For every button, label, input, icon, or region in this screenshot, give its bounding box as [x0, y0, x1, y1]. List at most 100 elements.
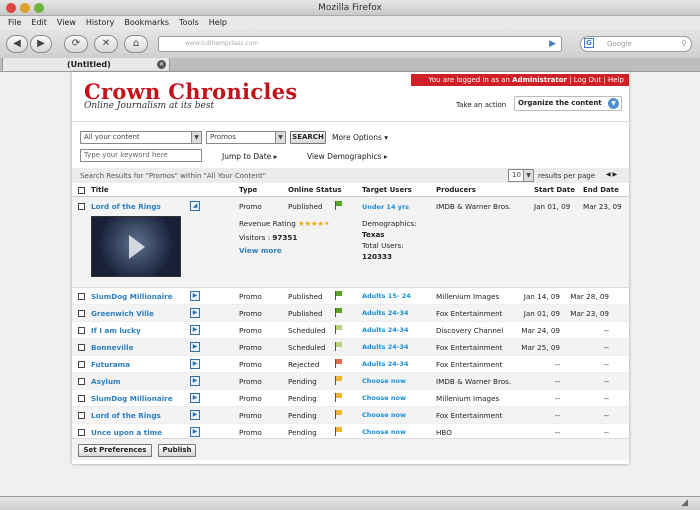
row-target[interactable]: Choose now [362, 411, 406, 419]
row-title[interactable]: Asylum [91, 377, 121, 386]
status-flag-icon [335, 376, 343, 385]
window-titlebar: Mozilla Firefox [0, 0, 700, 16]
select-all-checkbox[interactable] [78, 187, 85, 194]
table-row: Lord of the Rings Promo Pending Choose now F… [72, 407, 629, 424]
keyword-input[interactable]: Type your keyword here [80, 149, 202, 162]
close-window-icon[interactable] [6, 3, 16, 13]
play-icon[interactable]: ▶ [190, 325, 200, 335]
status-flag-icon [335, 427, 343, 436]
row-checkbox[interactable] [78, 429, 85, 436]
row-title[interactable]: Futurama [91, 360, 130, 369]
reload-button[interactable]: ⟳ [64, 35, 88, 53]
row-checkbox[interactable] [78, 378, 85, 385]
menu-edit[interactable]: Edit [31, 18, 47, 27]
menu-view[interactable]: View [57, 18, 76, 27]
revenue-rating: Revenue Rating ★★★★✶ [239, 219, 330, 228]
row-title[interactable]: If I am lucky [91, 326, 141, 335]
organize-dropdown[interactable]: Organize the content ▼ [514, 96, 622, 111]
row-title[interactable]: Unce upon a time [91, 428, 162, 437]
row-checkbox[interactable] [78, 344, 85, 351]
play-icon[interactable]: ▶ [190, 342, 200, 352]
forward-button[interactable]: ▶ [30, 35, 52, 53]
help-link[interactable]: Help [608, 76, 624, 84]
minimize-window-icon[interactable] [20, 3, 30, 13]
row-target[interactable]: Adults 24-34 [362, 309, 409, 317]
row-end-date: -- [603, 360, 609, 369]
row-target[interactable]: Adults 24-34 [362, 360, 409, 368]
row-start-date: -- [554, 377, 560, 386]
stop-button[interactable]: ✕ [94, 35, 118, 53]
logout-link[interactable]: Log Out [574, 76, 601, 84]
row-checkbox[interactable] [78, 310, 85, 317]
resize-grip-icon[interactable]: ◢ [681, 498, 688, 508]
row-target[interactable]: Choose now [362, 428, 406, 436]
menu-file[interactable]: File [8, 18, 21, 27]
set-preferences-button[interactable]: Set Preferences [78, 444, 152, 457]
content-select[interactable]: All your content ▼ [80, 131, 202, 144]
table-row: SlumDog Millionaire Promo Published Adults … [72, 288, 629, 305]
row-target[interactable]: Under 14 yrs [362, 203, 409, 211]
row-checkbox[interactable] [78, 203, 85, 210]
go-arrow-icon[interactable]: ▶ [549, 37, 556, 51]
row-checkbox[interactable] [78, 327, 85, 334]
view-more-link[interactable]: View more [239, 246, 282, 255]
flag-fill [336, 325, 342, 330]
view-demographics-link[interactable]: View Demographics ▸ [307, 152, 388, 161]
header-type[interactable]: Type [239, 186, 257, 194]
type-select[interactable]: Promos ▼ [206, 131, 286, 144]
prev-page-icon[interactable]: ◀ [606, 171, 611, 178]
row-title[interactable]: Greenwich Ville [91, 309, 154, 318]
next-page-icon[interactable]: ▶ [613, 171, 618, 178]
row-title[interactable]: Bonneville [91, 343, 133, 352]
play-icon[interactable]: ▶ [190, 427, 200, 437]
flag-fill [336, 291, 342, 296]
preview-icon[interactable]: ◢ [190, 201, 200, 211]
menu-history[interactable]: History [86, 18, 114, 27]
back-button[interactable]: ◀ [6, 35, 28, 53]
row-target[interactable]: Choose now [362, 394, 406, 402]
per-page-select[interactable]: 10 ▼ [508, 169, 534, 182]
row-title[interactable]: Lord of the Rings [91, 202, 161, 211]
menu-tools[interactable]: Tools [179, 18, 199, 27]
jump-to-date-link[interactable]: Jump to Date ▸ [222, 152, 277, 161]
row-title[interactable]: SlumDog Millionaire [91, 394, 173, 403]
row-checkbox[interactable] [78, 412, 85, 419]
row-target[interactable]: Adults 24-34 [362, 343, 409, 351]
play-icon[interactable]: ▶ [190, 308, 200, 318]
play-icon[interactable]: ▶ [190, 410, 200, 420]
row-target[interactable]: Adults 15- 24 [362, 292, 411, 300]
row-target[interactable]: Adults 24-34 [362, 326, 409, 334]
play-icon[interactable]: ▶ [190, 393, 200, 403]
video-thumbnail[interactable] [91, 216, 181, 277]
row-status: Published [288, 202, 323, 211]
magnifier-icon[interactable]: ⚲ [681, 37, 687, 51]
table-row: Asylum Promo Pending Choose now IMDB & Warne… [72, 373, 629, 390]
search-field[interactable]: G Google ⚲ [580, 36, 692, 52]
menu-help[interactable]: Help [209, 18, 227, 27]
url-field[interactable]: www.lcdlhempclass.com ▶ [158, 36, 562, 52]
row-title[interactable]: Lord of the Rings [91, 411, 161, 420]
header-target-users[interactable]: Target Users [362, 186, 412, 194]
row-checkbox[interactable] [78, 293, 85, 300]
publish-button[interactable]: Publish [158, 444, 196, 457]
row-target[interactable]: Choose now [362, 377, 406, 385]
row-checkbox[interactable] [78, 395, 85, 402]
rating-label: Revenue Rating [239, 219, 296, 228]
close-tab-icon[interactable]: ✕ [157, 60, 166, 69]
header-start-date[interactable]: Start Date [534, 186, 575, 194]
header-title[interactable]: Title [91, 186, 109, 194]
play-icon[interactable]: ▶ [190, 359, 200, 369]
header-producers[interactable]: Producers [436, 186, 476, 194]
play-icon[interactable]: ▶ [190, 376, 200, 386]
more-options-link[interactable]: More Options ▾ [332, 133, 388, 142]
search-button[interactable]: SEARCH [290, 131, 326, 144]
header-status[interactable]: Online Status [288, 186, 342, 194]
header-end-date[interactable]: End Date [583, 186, 619, 194]
zoom-window-icon[interactable] [34, 3, 44, 13]
row-title[interactable]: SlumDog Millionaire [91, 292, 173, 301]
menu-bookmarks[interactable]: Bookmarks [124, 18, 169, 27]
play-icon[interactable]: ▶ [190, 291, 200, 301]
tab-untitled[interactable]: (Untitled) ✕ [2, 58, 170, 72]
row-checkbox[interactable] [78, 361, 85, 368]
home-button[interactable]: ⌂ [124, 35, 148, 53]
